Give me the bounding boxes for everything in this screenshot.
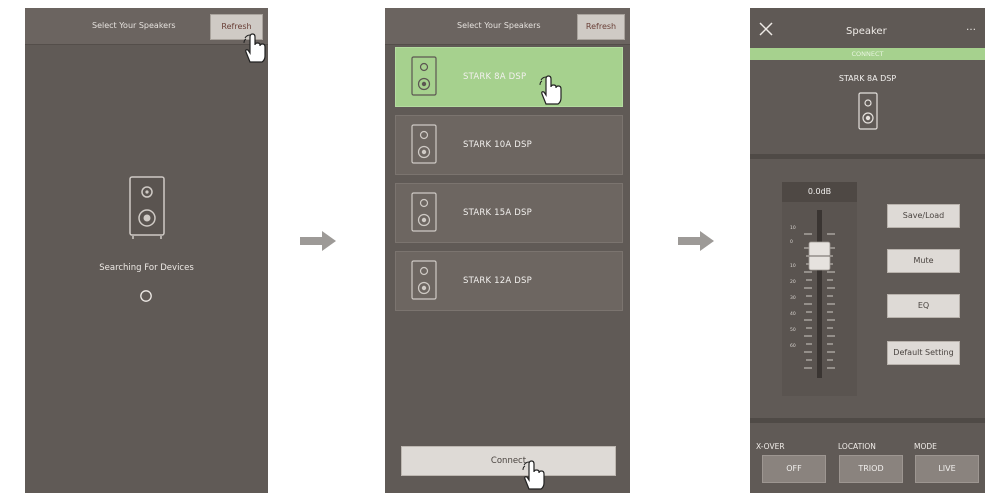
speaker-icon bbox=[411, 124, 437, 164]
speaker-icon bbox=[411, 192, 437, 232]
divider bbox=[750, 418, 985, 423]
speaker-label: STARK 8A DSP bbox=[463, 72, 527, 82]
mute-button[interactable]: Mute bbox=[887, 249, 960, 273]
speaker-icon bbox=[411, 56, 437, 96]
speaker-icon bbox=[129, 176, 165, 239]
divider bbox=[750, 154, 985, 159]
tap-hand-icon bbox=[539, 75, 562, 105]
speaker-label: STARK 10A DSP bbox=[463, 140, 532, 150]
scale-tick: 20 bbox=[790, 280, 796, 285]
eq-button[interactable]: EQ bbox=[887, 294, 960, 318]
more-options-button[interactable]: … bbox=[966, 22, 976, 33]
loading-spinner-icon bbox=[140, 290, 152, 302]
scale-tick: 30 bbox=[790, 296, 796, 301]
scale-tick: 10 bbox=[790, 264, 796, 269]
screen-searching: Select Your Speakers Refresh Searching F… bbox=[25, 8, 268, 493]
screen-title: Select Your Speakers bbox=[92, 21, 176, 30]
scale-tick: 10 bbox=[790, 226, 796, 231]
device-name: STARK 8A DSP bbox=[838, 74, 897, 83]
fader-panel: 0.0dB 10 0 10 20 30 40 50 60 bbox=[782, 182, 857, 396]
speaker-label: STARK 15A DSP bbox=[463, 208, 532, 218]
screen-title: Speaker bbox=[846, 26, 887, 37]
save-load-button[interactable]: Save/Load bbox=[887, 204, 960, 228]
connect-button[interactable]: Connect bbox=[401, 446, 616, 476]
top-bar: Select Your Speakers Refresh bbox=[385, 8, 630, 45]
arrow-right-icon bbox=[678, 231, 714, 251]
close-icon[interactable] bbox=[759, 22, 773, 36]
speaker-list-item[interactable]: STARK 15A DSP bbox=[395, 183, 623, 243]
xover-label: X-OVER bbox=[756, 442, 785, 451]
scale-tick: 40 bbox=[790, 312, 796, 317]
scale-tick: 50 bbox=[790, 328, 796, 333]
top-bar: Speaker … bbox=[750, 8, 985, 48]
searching-status: Searching For Devices bbox=[99, 263, 194, 273]
screen-speaker-control: Speaker … CONNECT STARK 8A DSP 0.0dB 10 … bbox=[750, 8, 985, 493]
scale-tick: 0 bbox=[790, 240, 793, 245]
location-label: LOCATION bbox=[838, 442, 876, 451]
tap-hand-icon bbox=[243, 33, 266, 63]
speaker-list-item[interactable]: STARK 10A DSP bbox=[395, 115, 623, 175]
speaker-list-item[interactable]: STARK 12A DSP bbox=[395, 251, 623, 311]
screen-select-speaker: Select Your Speakers Refresh STARK 8A DS… bbox=[385, 8, 630, 493]
speaker-label: STARK 12A DSP bbox=[463, 276, 532, 286]
scale-tick: 60 bbox=[790, 344, 796, 349]
mode-label: MODE bbox=[914, 442, 937, 451]
speaker-icon bbox=[858, 92, 878, 130]
speaker-list-item[interactable]: STARK 8A DSP bbox=[395, 47, 623, 107]
top-bar: Select Your Speakers Refresh bbox=[25, 8, 268, 45]
tap-hand-icon bbox=[522, 460, 545, 490]
connection-status: CONNECT bbox=[750, 48, 985, 60]
mode-button[interactable]: LIVE bbox=[915, 455, 979, 483]
arrow-right-icon bbox=[300, 231, 336, 251]
default-setting-button[interactable]: Default Setting bbox=[887, 341, 960, 365]
xover-button[interactable]: OFF bbox=[762, 455, 826, 483]
speaker-icon bbox=[411, 260, 437, 300]
gain-readout: 0.0dB bbox=[782, 182, 857, 202]
refresh-button[interactable]: Refresh bbox=[577, 14, 625, 40]
screen-title: Select Your Speakers bbox=[457, 21, 541, 30]
location-button[interactable]: TRIOD bbox=[839, 455, 903, 483]
